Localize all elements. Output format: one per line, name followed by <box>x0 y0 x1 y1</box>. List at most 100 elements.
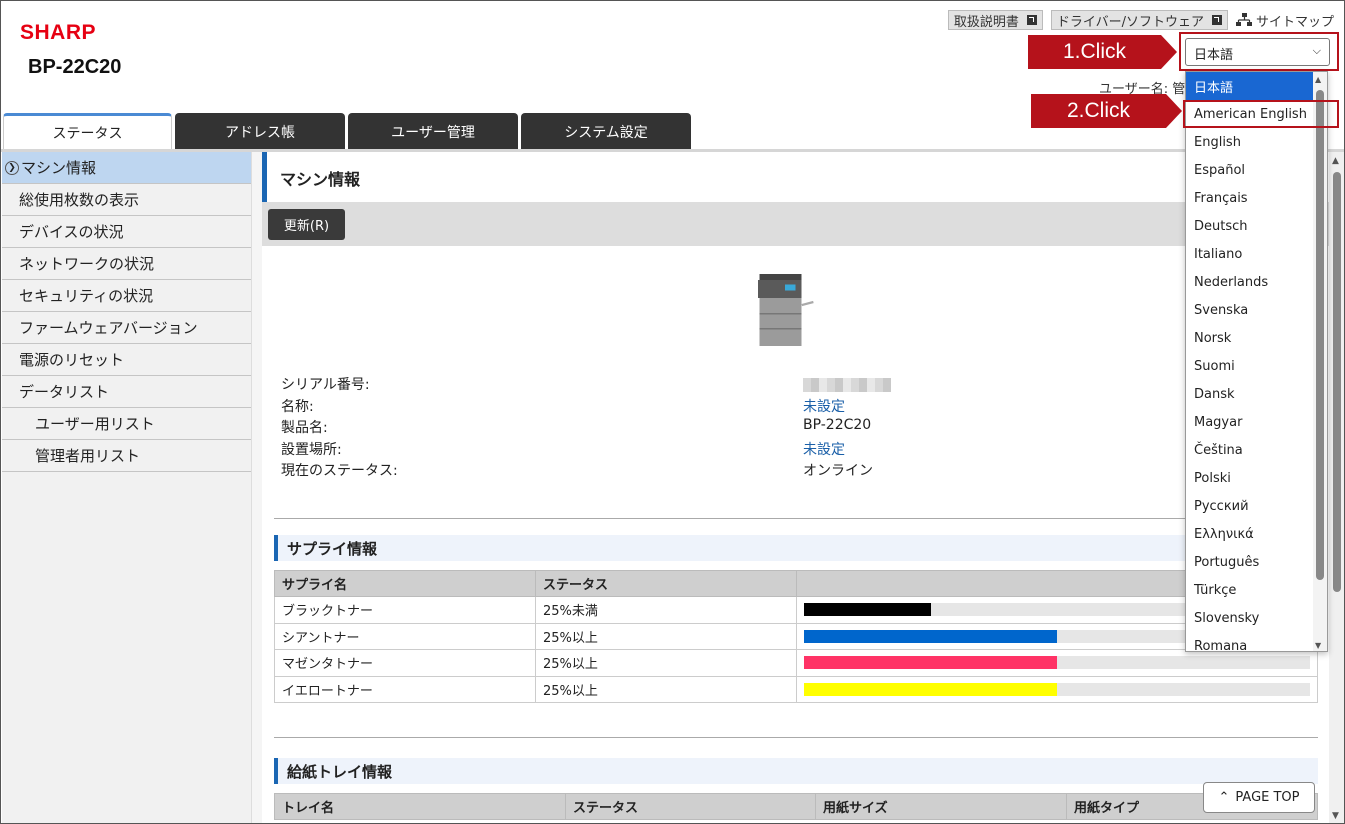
table-row: イエロートナー 25%以上 <box>274 675 1318 703</box>
supply-section-title: サプライ情報 <box>274 535 1318 561</box>
column-header: トレイ名 <box>274 793 566 820</box>
supply-status: 25%以上 <box>535 622 797 650</box>
scroll-up-icon[interactable]: ▲ <box>1315 75 1321 84</box>
tab-user-management[interactable]: ユーザー管理 <box>348 113 518 150</box>
language-option[interactable]: Français <box>1186 184 1313 212</box>
info-row-location: 設置場所: 未設定 <box>281 439 1181 461</box>
sidebar-item-security-status[interactable]: セキュリティの状況 <box>2 280 251 312</box>
supply-name: イエロートナー <box>274 675 536 703</box>
tray-section-title: 給紙トレイ情報 <box>274 758 1318 784</box>
serial-number-value <box>803 374 891 396</box>
sidebar: ❯ マシン情報 総使用枚数の表示 デバイスの状況 ネットワークの状況 セキュリテ… <box>2 152 252 823</box>
supply-status: 25%以上 <box>535 675 797 703</box>
supply-table: サプライ名 ステータス ブラックトナー 25%未満 シアントナー 25%以上 マゼンタト… <box>274 570 1318 703</box>
language-option[interactable]: Español <box>1186 156 1313 184</box>
info-label: シリアル番号: <box>281 377 370 393</box>
callout-step1-arrow <box>1161 35 1177 69</box>
language-option[interactable]: Deutsch <box>1186 212 1313 240</box>
language-option[interactable]: Italiano <box>1186 240 1313 268</box>
table-row: シアントナー 25%以上 <box>274 622 1318 650</box>
supply-name: ブラックトナー <box>274 596 536 624</box>
sidebar-item-admin-list[interactable]: 管理者用リスト <box>2 440 251 472</box>
tab-status[interactable]: ステータス <box>3 113 172 150</box>
tray-table: トレイ名 ステータス 用紙サイズ 用紙タイプ <box>274 793 1318 820</box>
product-name-value: BP-22C20 <box>803 417 872 433</box>
divider <box>274 518 1318 519</box>
sidebar-item-data-list[interactable]: データリスト <box>2 376 251 408</box>
level-bar-fill <box>804 603 931 617</box>
tab-address-book[interactable]: アドレス帳 <box>175 113 345 150</box>
language-option[interactable]: Romana <box>1186 632 1313 652</box>
machine-info-list: シリアル番号: 名称: 未設定 製品名: BP-22C20 設置場所: 未設定 … <box>281 374 1181 482</box>
scrollbar-thumb[interactable] <box>1333 172 1341 592</box>
table-row: ブラックトナー 25%未満 <box>274 596 1318 624</box>
info-label: 製品名: <box>281 420 328 436</box>
info-label: 設置場所: <box>281 441 342 458</box>
sitemap-label: サイトマップ <box>1255 14 1334 30</box>
language-option[interactable]: Slovensky <box>1186 604 1313 632</box>
tab-system-settings[interactable]: システム設定 <box>521 113 691 150</box>
dropdown-scroll-thumb[interactable] <box>1316 90 1324 580</box>
language-option[interactable]: Čeština <box>1186 436 1313 464</box>
sidebar-item-total-count[interactable]: 総使用枚数の表示 <box>2 184 251 216</box>
language-option[interactable]: Русский <box>1186 492 1313 520</box>
level-bar-track <box>804 656 1310 670</box>
sidebar-item-power-reset[interactable]: 電源のリセット <box>2 344 251 376</box>
language-options: 日本語 American English English Español Françai… <box>1186 72 1327 652</box>
dropdown-scrollbar[interactable]: ▲ ▼ <box>1313 72 1327 651</box>
toolbar: 更新(R) <box>262 202 1332 246</box>
sidebar-item-user-list[interactable]: ユーザー用リスト <box>2 408 251 440</box>
table-row: マゼンタトナー 25%以上 <box>274 649 1318 677</box>
location-value-link[interactable]: 未設定 <box>803 439 845 459</box>
american-english-highlight <box>1183 100 1339 128</box>
table-header-row: サプライ名 ステータス <box>274 570 1318 597</box>
language-option[interactable]: Dansk <box>1186 380 1313 408</box>
callout-step2-arrow <box>1166 94 1182 128</box>
supply-name: マゼンタトナー <box>274 649 536 677</box>
language-option[interactable]: Português <box>1186 548 1313 576</box>
scroll-up-icon[interactable]: ▲ <box>1332 156 1339 166</box>
info-label: 現在のステータス: <box>281 463 398 479</box>
scroll-down-icon[interactable]: ▼ <box>1332 811 1339 821</box>
language-option[interactable]: Suomi <box>1186 352 1313 380</box>
manual-link[interactable]: 取扱説明書 <box>947 10 1043 30</box>
language-select-value: 日本語 <box>1194 48 1234 63</box>
sitemap-link[interactable]: サイトマップ <box>1235 11 1334 30</box>
sidebar-item-network-status[interactable]: ネットワークの状況 <box>2 248 251 280</box>
column-header: 用紙サイズ <box>815 793 1067 820</box>
supply-level-cell <box>796 675 1318 703</box>
language-option[interactable]: Magyar <box>1186 408 1313 436</box>
sharp-logo[interactable]: SHARP <box>20 21 96 45</box>
sidebar-item-machine-info[interactable]: ❯ マシン情報 <box>2 152 251 184</box>
chevron-right-icon: ❯ <box>5 160 19 175</box>
language-select[interactable]: 日本語 ⌵ <box>1185 38 1330 66</box>
table-header-row: トレイ名 ステータス 用紙サイズ 用紙タイプ <box>274 793 1318 820</box>
manual-link-label: 取扱説明書 <box>953 14 1019 30</box>
name-value-link[interactable]: 未設定 <box>803 396 845 416</box>
chevron-up-icon: ⌃ <box>1218 790 1230 805</box>
column-header: ステータス <box>535 570 797 597</box>
divider <box>274 737 1318 738</box>
info-row-name: 名称: 未設定 <box>281 396 1181 418</box>
driver-software-link[interactable]: ドライバー/ソフトウェア <box>1050 10 1228 30</box>
language-option[interactable]: Norsk <box>1186 324 1313 352</box>
refresh-button[interactable]: 更新(R) <box>268 209 345 240</box>
driver-link-label: ドライバー/ソフトウェア <box>1056 14 1204 30</box>
page-top-label: PAGE TOP <box>1235 790 1300 805</box>
language-option[interactable]: Nederlands <box>1186 268 1313 296</box>
language-option[interactable]: Ελληνικά <box>1186 520 1313 548</box>
language-option[interactable]: English <box>1186 128 1313 156</box>
scroll-down-icon[interactable]: ▼ <box>1315 641 1321 650</box>
page-top-button[interactable]: ⌃ PAGE TOP <box>1203 782 1315 813</box>
sidebar-item-firmware-version[interactable]: ファームウェアバージョン <box>2 312 251 344</box>
column-header: ステータス <box>565 793 816 820</box>
language-option[interactable]: 日本語 <box>1186 72 1313 100</box>
sidebar-item-device-status[interactable]: デバイスの状況 <box>2 216 251 248</box>
redacted-block <box>803 378 891 392</box>
chevron-down-icon: ⌵ <box>1312 44 1321 57</box>
page-scrollbar[interactable]: ▲ ▼ <box>1329 152 1344 823</box>
language-option[interactable]: Türkçe <box>1186 576 1313 604</box>
language-option[interactable]: Svenska <box>1186 296 1313 324</box>
supply-status: 25%未満 <box>535 596 797 624</box>
language-option[interactable]: Polski <box>1186 464 1313 492</box>
